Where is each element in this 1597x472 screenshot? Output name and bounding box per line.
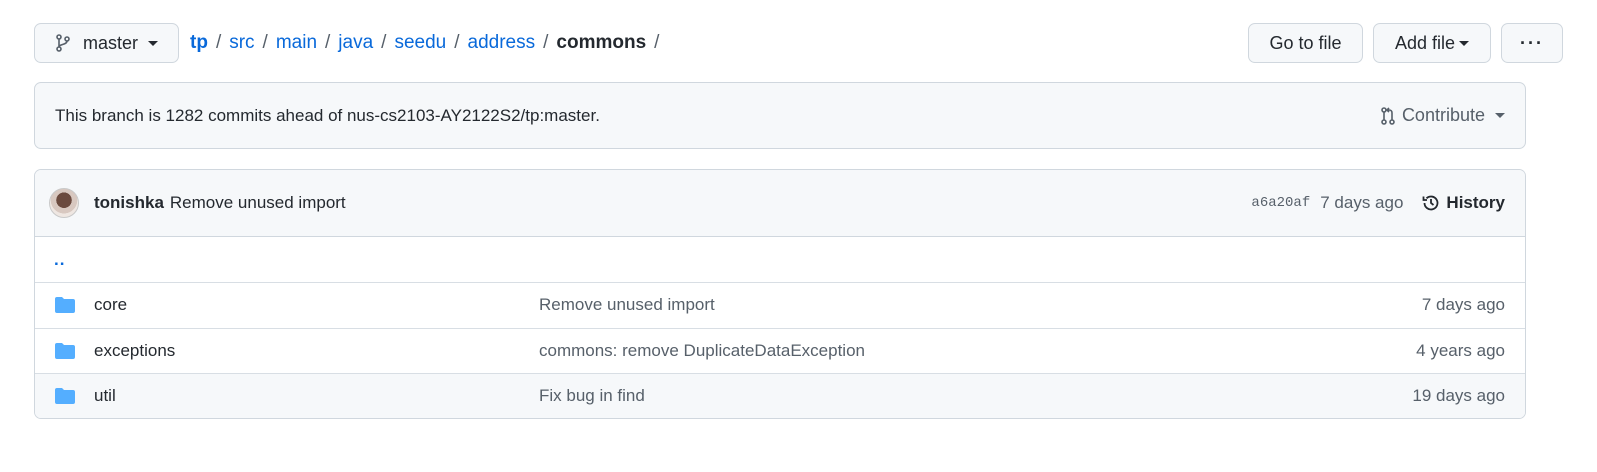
table-row[interactable]: util Fix bug in find 19 days ago	[35, 373, 1525, 418]
avatar[interactable]	[49, 188, 79, 218]
folder-icon	[55, 388, 75, 405]
breadcrumb-link-java[interactable]: java	[338, 32, 373, 54]
file-name[interactable]: util	[94, 386, 539, 406]
branch-ahead-message: This branch is 1282 commits ahead of nus…	[55, 105, 600, 125]
file-commit-message[interactable]: Remove unused import	[539, 295, 715, 315]
git-branch-icon	[56, 34, 70, 52]
file-age: 7 days ago	[1421, 295, 1505, 315]
chevron-down-icon	[1495, 113, 1505, 118]
commit-sha[interactable]: a6a20af	[1251, 195, 1310, 211]
branch-info-box: This branch is 1282 commits ahead of nus…	[34, 82, 1526, 149]
commit-message[interactable]: Remove unused import	[170, 193, 346, 213]
contribute-button[interactable]: Contribute	[1380, 105, 1505, 126]
parent-directory-row[interactable]: ..	[35, 237, 1525, 282]
commit-meta: a6a20af 7 days ago History	[1251, 193, 1505, 213]
breadcrumb-link-seedu[interactable]: seedu	[394, 32, 446, 54]
branch-select-button[interactable]: master	[34, 23, 179, 63]
table-row[interactable]: core Remove unused import 7 days ago	[35, 282, 1525, 328]
file-list: tonishka Remove unused import a6a20af 7 …	[34, 169, 1526, 419]
commit-author[interactable]: tonishka	[94, 193, 164, 213]
chevron-down-icon	[148, 40, 159, 46]
history-button[interactable]: History	[1421, 193, 1505, 213]
more-options-button[interactable]: ···	[1501, 23, 1563, 63]
go-to-file-button[interactable]: Go to file	[1248, 23, 1363, 63]
table-row[interactable]: exceptions commons: remove DuplicateData…	[35, 327, 1525, 374]
folder-icon	[55, 297, 75, 314]
pull-request-icon	[1381, 106, 1395, 125]
top-bar: master tp / src / main / java / seedu / …	[34, 23, 1563, 63]
chevron-down-icon	[1459, 40, 1470, 46]
file-age: 4 years ago	[1416, 340, 1505, 360]
history-label: History	[1446, 193, 1505, 212]
commit-age: 7 days ago	[1320, 193, 1404, 212]
latest-commit-row: tonishka Remove unused import a6a20af 7 …	[35, 170, 1525, 237]
breadcrumb-link-src[interactable]: src	[229, 32, 254, 54]
breadcrumb-current: commons	[556, 32, 647, 53]
add-file-button[interactable]: Add file	[1373, 23, 1491, 63]
breadcrumb-link-address[interactable]: address	[468, 32, 536, 54]
file-commit-message[interactable]: commons: remove DuplicateDataException	[539, 341, 865, 361]
file-commit-message[interactable]: Fix bug in find	[539, 386, 645, 406]
file-age: 19 days ago	[1412, 386, 1505, 406]
folder-icon	[55, 342, 75, 359]
file-actions: Go to file Add file ···	[1248, 23, 1563, 63]
breadcrumb-link-main[interactable]: main	[276, 32, 317, 54]
file-name[interactable]: core	[94, 295, 539, 315]
branch-name: master	[83, 32, 139, 53]
add-file-label: Add file	[1394, 32, 1456, 53]
breadcrumb-root-link[interactable]: tp	[190, 32, 208, 54]
parent-directory-link[interactable]: ..	[54, 250, 65, 270]
file-name[interactable]: exceptions	[94, 341, 539, 361]
contribute-label: Contribute	[1401, 105, 1485, 125]
breadcrumb-trailing-sep: /	[654, 32, 660, 53]
breadcrumb: tp / src / main / java / seedu / address…	[190, 32, 660, 54]
history-icon	[1423, 195, 1439, 211]
